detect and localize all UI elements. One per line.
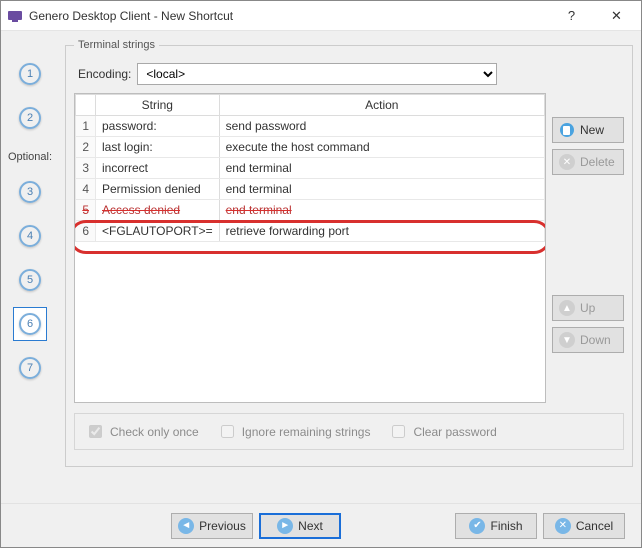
table-row[interactable]: 3 incorrect end terminal [76, 158, 545, 179]
table-row[interactable]: 5 Access denied end terminal [76, 200, 545, 221]
encoding-select[interactable]: <local> [137, 63, 497, 85]
wizard-step-7[interactable]: 7 [13, 351, 47, 385]
finish-button[interactable]: ✔ Finish [455, 513, 537, 539]
ignore-remaining-strings[interactable]: Ignore remaining strings [217, 422, 371, 441]
strings-table-wrap: String Action 1 password: send password [74, 93, 546, 403]
window-title: Genero Desktop Client - New Shortcut [29, 9, 549, 23]
clear-password[interactable]: Clear password [388, 422, 496, 441]
optional-label: Optional: [8, 151, 52, 163]
cancel-button[interactable]: ✕ Cancel [543, 513, 625, 539]
strings-table: String Action 1 password: send password [75, 94, 545, 242]
col-header-action[interactable]: Action [219, 95, 544, 116]
delete-icon: ✕ [559, 154, 575, 170]
previous-button[interactable]: ◄ Previous [171, 513, 253, 539]
new-button[interactable]: New [552, 117, 624, 143]
delete-button[interactable]: ✕ Delete [552, 149, 624, 175]
col-header-string[interactable]: String [96, 95, 220, 116]
table-row[interactable]: 4 Permission denied end terminal [76, 179, 545, 200]
cancel-icon: ✕ [555, 518, 571, 534]
check-only-once[interactable]: Check only once [85, 422, 199, 441]
wizard-step-5[interactable]: 5 [13, 263, 47, 297]
ignore-remaining-box[interactable] [221, 425, 234, 438]
arrow-up-icon: ▲ [559, 300, 575, 316]
table-row[interactable]: 1 password: send password [76, 116, 545, 137]
next-button[interactable]: ► Next [259, 513, 341, 539]
terminal-strings-group: Terminal strings Encoding: <local> Strin… [65, 39, 633, 467]
wizard-steps-sidebar: 1 2 Optional: 3 4 5 6 7 [1, 39, 59, 497]
arrow-down-icon: ▼ [559, 332, 575, 348]
app-icon [7, 8, 23, 24]
table-row[interactable]: 6 <FGLAUTOPORT>= retrieve forwarding por… [76, 221, 545, 242]
help-button[interactable]: ? [549, 2, 594, 30]
encoding-label: Encoding: [78, 67, 131, 81]
wizard-step-4[interactable]: 4 [13, 219, 47, 253]
title-bar: Genero Desktop Client - New Shortcut ? ✕ [1, 1, 641, 31]
clear-password-box[interactable] [392, 425, 405, 438]
wizard-step-6[interactable]: 6 [13, 307, 47, 341]
check-only-once-box[interactable] [89, 425, 102, 438]
wizard-nav: ◄ Previous ► Next ✔ Finish ✕ Cancel [1, 503, 641, 547]
col-header-rownum [76, 95, 96, 116]
up-button[interactable]: ▲ Up [552, 295, 624, 321]
arrow-left-icon: ◄ [178, 518, 194, 534]
down-button[interactable]: ▼ Down [552, 327, 624, 353]
wizard-step-3[interactable]: 3 [13, 175, 47, 209]
arrow-right-icon: ► [277, 518, 293, 534]
new-icon [559, 122, 575, 138]
table-row[interactable]: 2 last login: execute the host command [76, 137, 545, 158]
wizard-step-2[interactable]: 2 [13, 101, 47, 135]
options-checkbox-row: Check only once Ignore remaining strings… [74, 413, 624, 450]
group-legend: Terminal strings [74, 39, 159, 51]
wizard-step-1[interactable]: 1 [13, 57, 47, 91]
close-button[interactable]: ✕ [594, 2, 639, 30]
check-icon: ✔ [469, 518, 485, 534]
